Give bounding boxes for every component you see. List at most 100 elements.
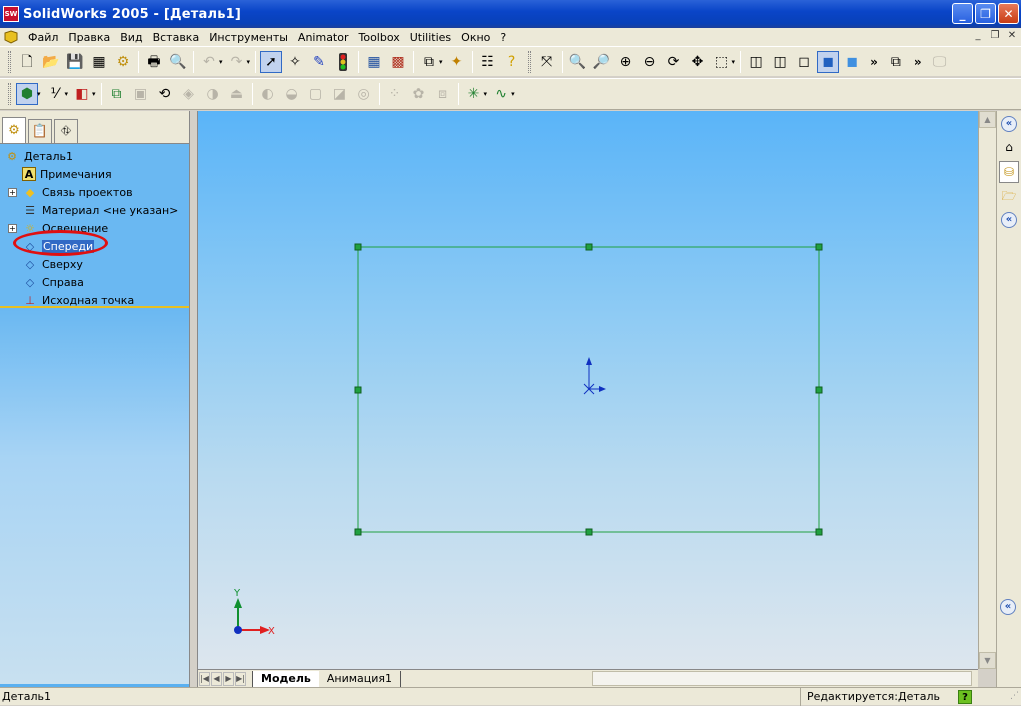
mirror-icon[interactable]: ⧈: [432, 83, 454, 105]
make-assembly-icon[interactable]: ⚙: [112, 51, 134, 73]
graphics-canvas[interactable]: Y X: [198, 111, 978, 669]
make-drawing-icon[interactable]: ▦: [88, 51, 110, 73]
plane-handle[interactable]: [354, 386, 362, 394]
plane-handle[interactable]: [815, 243, 823, 251]
plane-handle[interactable]: [815, 528, 823, 536]
collapse-chevron-icon[interactable]: «: [1001, 212, 1017, 228]
design-library-icon[interactable]: ⛁: [999, 161, 1019, 183]
reference-geometry-icon[interactable]: ✳: [463, 83, 485, 105]
chamfer-icon[interactable]: ◒: [281, 83, 303, 105]
sketch-icon[interactable]: ✎: [308, 51, 330, 73]
convert-entities-icon[interactable]: ⧉: [106, 83, 128, 105]
toolbar-grip[interactable]: [8, 50, 11, 73]
open-folder-icon[interactable]: 📂: [40, 51, 62, 73]
featuremanager-tab-icon[interactable]: ⚙: [2, 117, 26, 143]
expand-icon[interactable]: +: [8, 187, 17, 197]
configurationmanager-tab-icon[interactable]: ⛗: [54, 119, 78, 143]
horizontal-scrollbar[interactable]: [592, 671, 972, 686]
tree-item-design-binder[interactable]: + ◆ Связь проектов: [0, 183, 189, 201]
select-other-icon[interactable]: ✧: [284, 51, 306, 73]
help-question-icon[interactable]: ?: [501, 51, 523, 73]
revolve-icon[interactable]: ⟲: [154, 83, 176, 105]
shell-icon[interactable]: ▢: [305, 83, 327, 105]
menu-view[interactable]: Вид: [115, 31, 147, 44]
tree-item-right-plane[interactable]: ◇ Справа: [0, 273, 189, 291]
plane-handle[interactable]: [354, 528, 362, 536]
tree-item-part[interactable]: ⚙ Деталь1: [0, 147, 189, 165]
quick-tips-help-icon[interactable]: ?: [958, 690, 972, 704]
features-icon[interactable]: ⬢: [16, 83, 38, 105]
resize-grip-icon[interactable]: ⋰: [1010, 691, 1019, 701]
shaded-icon[interactable]: ◼: [841, 51, 863, 73]
tree-item-origin[interactable]: ⊥ Исходная точка: [0, 291, 189, 309]
scroll-down-arrow-icon[interactable]: ▼: [979, 652, 996, 669]
restore-button[interactable]: ❐: [975, 3, 996, 24]
toolbar-grip[interactable]: [527, 50, 531, 73]
print-preview-icon[interactable]: 🔍: [167, 51, 189, 73]
shaded-with-edges-icon[interactable]: ◼: [817, 50, 840, 73]
scroll-up-arrow-icon[interactable]: ▲: [979, 111, 996, 128]
select-pointer-icon[interactable]: ➚: [260, 50, 283, 73]
toolbar-grip[interactable]: [8, 83, 11, 105]
plane-handle[interactable]: [585, 528, 593, 536]
menu-utilities[interactable]: Utilities: [405, 31, 456, 44]
tree-item-top-plane[interactable]: ◇ Сверху: [0, 255, 189, 273]
undo-icon[interactable]: ↶: [198, 51, 220, 73]
menu-toolbox[interactable]: Toolbox: [354, 31, 405, 44]
monitor-icon[interactable]: 🖵: [929, 51, 951, 73]
pan-icon[interactable]: ✥: [687, 51, 709, 73]
toolbar-overflow-icon[interactable]: »: [870, 55, 878, 69]
file-explorer-icon[interactable]: 🗁: [999, 186, 1019, 208]
print-icon[interactable]: 🖶: [143, 51, 165, 73]
menu-tools[interactable]: Инструменты: [204, 31, 293, 44]
plane-handle[interactable]: [815, 386, 823, 394]
doc-restore-button[interactable]: ❐: [988, 29, 1002, 43]
loft-icon[interactable]: ◑: [202, 83, 224, 105]
propertymanager-tab-icon[interactable]: 📋: [28, 119, 52, 143]
zoom-selection-icon[interactable]: ⊖: [639, 51, 661, 73]
tab-model[interactable]: Модель: [252, 670, 319, 687]
first-tab-arrow-icon[interactable]: |◀: [199, 671, 210, 686]
hidden-lines-visible-icon[interactable]: ◫: [769, 51, 791, 73]
linear-pattern-icon[interactable]: ⁘: [384, 83, 406, 105]
vertical-scrollbar[interactable]: ▲ ▼: [978, 111, 996, 669]
rebuild-traffic-light-icon[interactable]: [332, 51, 354, 73]
3d-view-icon[interactable]: ⬚: [711, 51, 733, 73]
doc-close-button[interactable]: ✕: [1005, 29, 1019, 43]
texture-icon[interactable]: ▩: [387, 51, 409, 73]
view-orientation-icon[interactable]: ⤧: [536, 51, 558, 73]
menu-file[interactable]: Файл: [23, 31, 63, 44]
panel-splitter[interactable]: [190, 111, 198, 687]
prev-tab-arrow-icon[interactable]: ◀: [211, 671, 222, 686]
fillet-icon[interactable]: ◐: [257, 83, 279, 105]
rib-icon[interactable]: ◪: [329, 83, 351, 105]
curves-icon[interactable]: ∿: [490, 83, 512, 105]
collapse-chevron-icon[interactable]: «: [1001, 116, 1017, 132]
draft-icon[interactable]: ⏏: [226, 83, 248, 105]
expand-icon[interactable]: +: [8, 223, 17, 233]
sweep-icon[interactable]: ◈: [178, 83, 200, 105]
menu-insert[interactable]: Вставка: [148, 31, 205, 44]
hole-wizard-icon[interactable]: ◎: [353, 83, 375, 105]
options-icon[interactable]: ☷: [477, 51, 499, 73]
next-tab-arrow-icon[interactable]: ▶: [223, 671, 234, 686]
rotate-view-icon[interactable]: ⟳: [663, 51, 685, 73]
extruded-boss-icon[interactable]: ◧: [71, 83, 93, 105]
circular-pattern-icon[interactable]: ✿: [408, 83, 430, 105]
zoom-in-out-icon[interactable]: ⊕: [615, 51, 637, 73]
minimize-button[interactable]: _: [952, 3, 973, 24]
tree-item-material[interactable]: ☰ Материал <не указан>: [0, 201, 189, 219]
photoworks-icon[interactable]: ✦: [446, 51, 468, 73]
collapse-chevron-icon[interactable]: «: [1000, 599, 1016, 615]
home-icon[interactable]: ⌂: [999, 136, 1019, 158]
zoom-area-icon[interactable]: 🔎: [591, 51, 613, 73]
menu-animator[interactable]: Animator: [293, 31, 354, 44]
menu-window[interactable]: Окно: [456, 31, 495, 44]
hidden-lines-removed-icon[interactable]: ◻: [793, 51, 815, 73]
save-icon[interactable]: 💾: [64, 51, 86, 73]
new-document-icon[interactable]: 🗋: [16, 51, 38, 73]
wireframe-icon[interactable]: ◫: [745, 51, 767, 73]
doc-minimize-button[interactable]: _: [971, 29, 985, 43]
grid-icon[interactable]: ▦: [363, 51, 385, 73]
menu-edit[interactable]: Правка: [63, 31, 115, 44]
